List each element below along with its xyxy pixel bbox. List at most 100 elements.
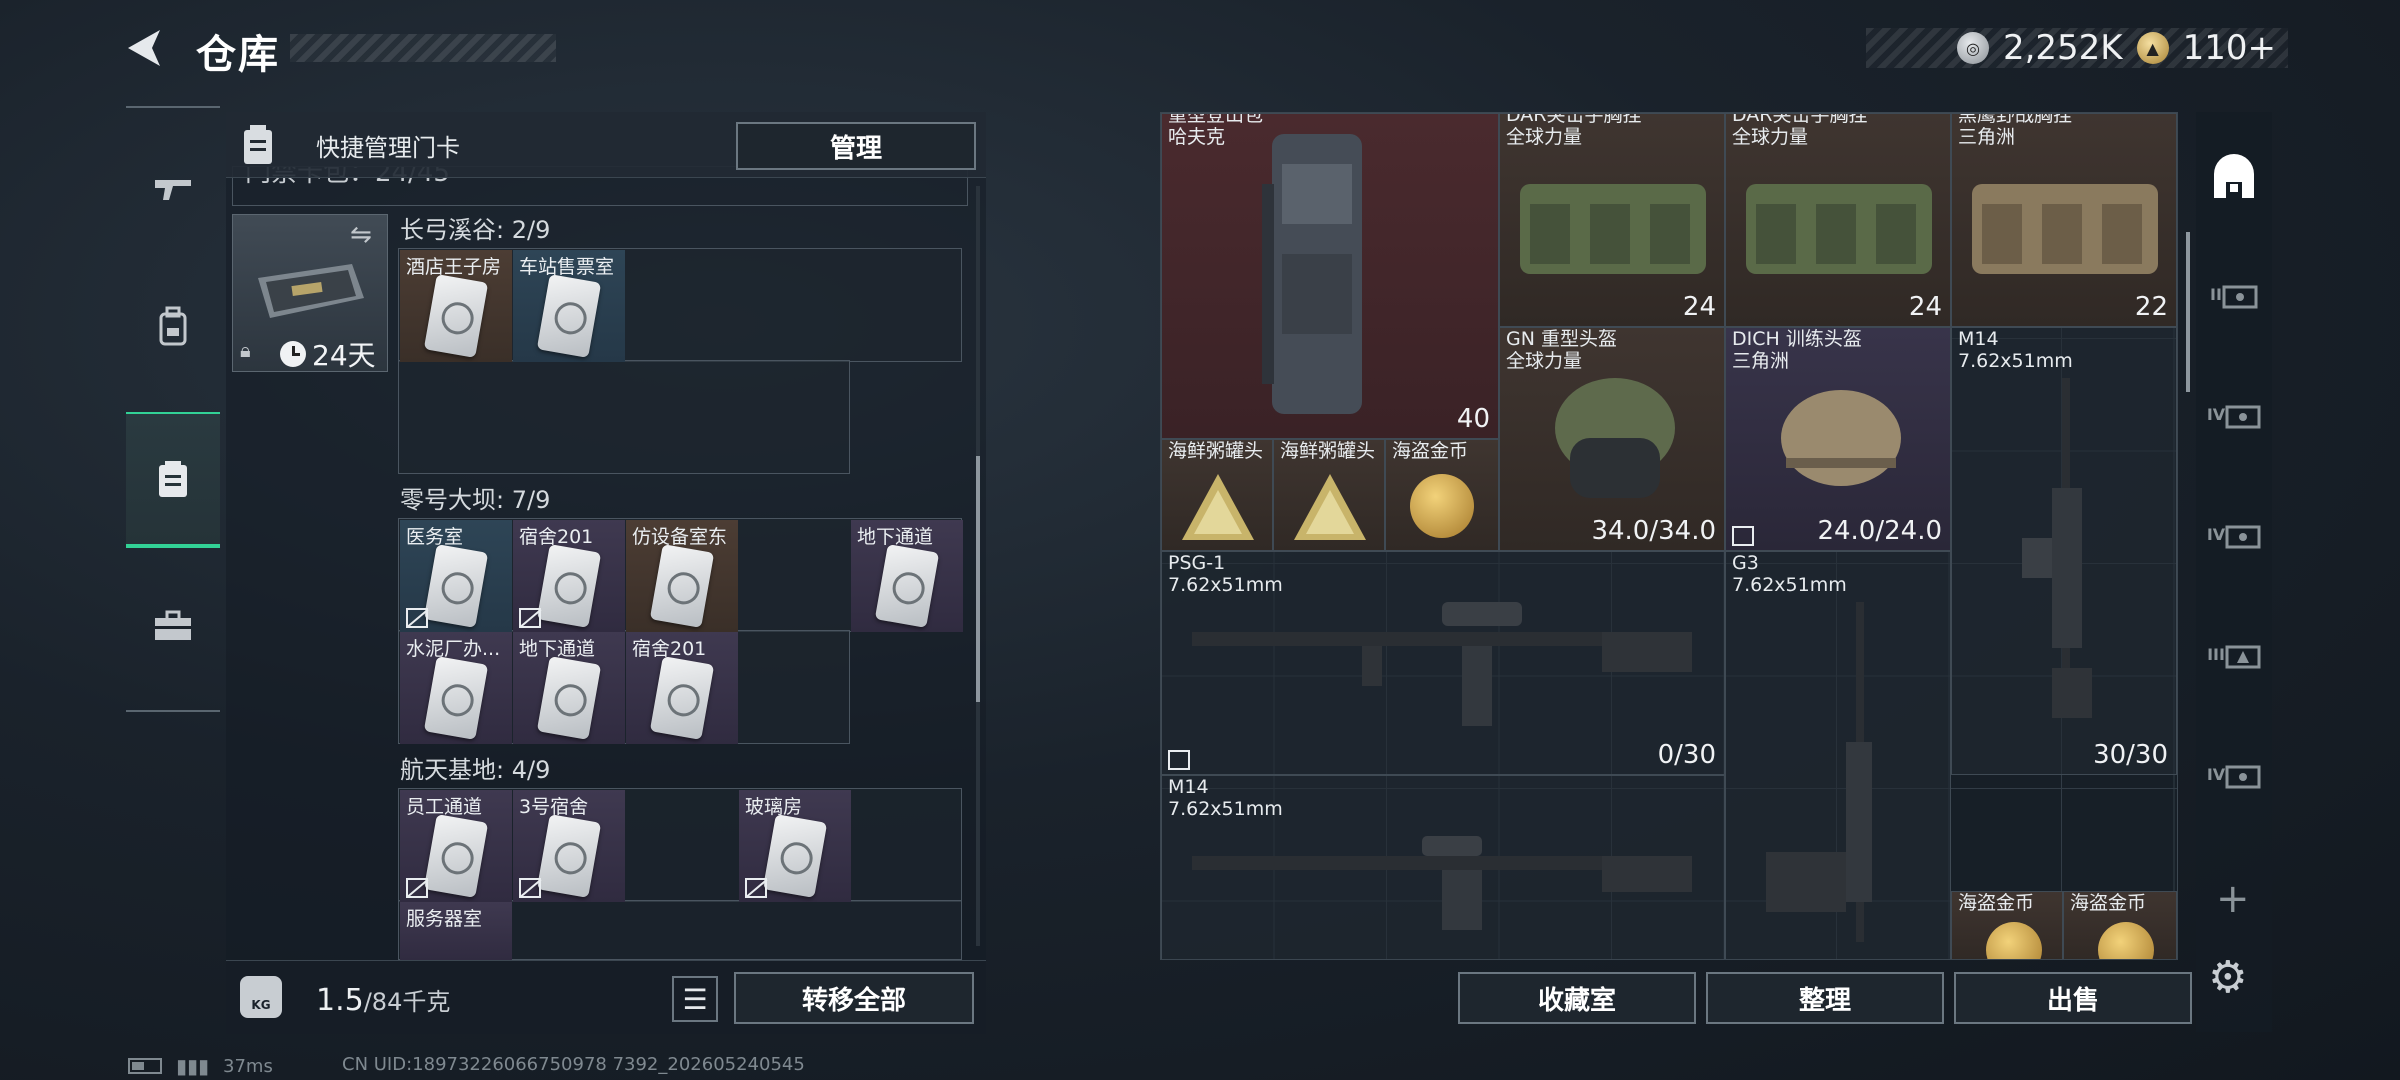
keycard-image [762,814,828,898]
keycard-image [423,544,489,628]
no-transfer-icon [519,608,541,628]
keycard-item[interactable]: 3号宿舍 [513,790,625,902]
keycard-item[interactable]: 玻璃房 [739,790,851,902]
item-name: 重型登山包 [1168,113,1264,126]
item-brand: 全球力量 [1506,126,1583,148]
keycard-item[interactable]: 地下通道 [851,520,963,632]
keycard-item[interactable]: 宿舍201 [513,520,625,632]
stash-item-rifle-vertical[interactable]: M14 7.62x51mm 30/30 [1951,327,2177,775]
helmet-image [1555,378,1675,498]
back-arrow-icon[interactable] [124,26,168,70]
section-grid-changgong-row2 [398,360,850,474]
transfer-all-button[interactable]: 转移全部 [734,972,974,1024]
case-label: IV [2206,404,2226,424]
stash-item-chest-rig[interactable]: DAR突击手胸挂 全球力量 24 [1725,113,1951,327]
list-icon: ☰ [682,982,708,1016]
organize-button[interactable]: 整理 [1706,972,1944,1024]
keycard-label: 3号宿舍 [519,796,589,818]
silver-coin-icon: ◎ [1956,32,1989,64]
case-II-icon[interactable]: II [2206,266,2262,322]
currency-bar: ◎ 2,252K ▲ 110+ [1866,28,2288,68]
stash-item-rifle[interactable]: M14 7.62x51mm [1161,775,1725,959]
nav-weapons[interactable] [126,120,220,256]
keycard-item[interactable]: 酒店王子房 [400,250,512,362]
case-IV-icon[interactable]: IV [2206,506,2262,562]
stash-item-helmet[interactable]: GN 重型头盔 全球力量 34.0/34.0 [1499,327,1725,551]
gold-currency-value: 110+ [2182,28,2276,68]
chest-rig-image [1520,184,1706,274]
weight-icon: KG [240,976,282,1018]
keycard-item[interactable]: 地下通道 [513,632,625,744]
stash-panel: 重型登山包 哈夫克 40 DAR突击手胸挂 全球力量 24 DAR突击手胸挂 全… [1160,112,2178,960]
section-title-changgong: 长弓溪谷: 2/9 [400,216,551,244]
list-view-button[interactable]: ☰ [672,976,718,1022]
keycard-item[interactable]: 宿舍201 [626,632,738,744]
bag-days-value: 24天 [312,339,376,372]
keycard-image [536,814,602,898]
keycard-item[interactable]: 服务器室 [400,902,512,960]
item-capacity: 24 [1908,292,1942,322]
item-name: 海盗金币 [1392,440,1469,462]
keycard-case-icon [244,125,272,164]
case-III-icon[interactable]: III [2206,626,2262,682]
item-brand: 全球力量 [1732,126,1809,148]
swap-icon[interactable]: ⇋ [350,220,372,250]
lock-icon: 🔒︎ [240,338,251,362]
keycard-image [649,656,715,740]
stash-item-rifle-vertical[interactable]: G3 7.62x51mm [1725,551,1951,959]
item-name: M14 [1168,776,1209,798]
stash-item-canned-food[interactable]: 海鲜粥罐头 [1161,439,1273,551]
rifle-image [1192,602,1692,726]
stash-item-gold-coin[interactable]: 海盗金币 [1951,891,2063,959]
keycard-label: 酒店王子房 [406,256,502,278]
section-title-aerospace: 航天基地: 4/9 [400,756,551,784]
item-name: 黑鹰野战胸挂 [1958,113,2073,126]
weight-max: /84千克 [363,988,451,1016]
ping-value: 37ms [223,1055,273,1077]
keycard-label: 员工通道 [406,796,483,818]
manage-button[interactable]: 管理 [736,122,976,170]
stash-scrollbar[interactable] [2186,232,2190,392]
battery-icon [128,1058,162,1074]
keycard-label: 玻璃房 [745,796,803,818]
stash-item-chest-rig[interactable]: 黑鹰野战胸挂 三角洲 22 [1951,113,2177,327]
keycard-item[interactable]: 医务室 [400,520,512,632]
stash-item-gold-coin[interactable]: 海盗金币 [1385,439,1499,551]
stash-item-backpack[interactable]: 重型登山包 哈夫克 40 [1161,113,1499,439]
item-capacity: 22 [2134,292,2168,322]
page-title: 仓库 [196,32,280,78]
stash-item-gold-coin[interactable]: 海盗金币 [2063,891,2177,959]
item-ammo: 0/30 [1657,740,1716,770]
nav-equipment[interactable] [126,258,220,394]
case-IV-icon[interactable]: IV [2206,386,2262,442]
add-case-icon[interactable]: + [2216,876,2250,922]
inventory-scroll-thumb[interactable] [976,456,980,702]
stash-item-chest-rig[interactable]: DAR突击手胸挂 全球力量 24 [1499,113,1725,327]
item-name: DAR突击手胸挂 [1732,113,1868,126]
keycard-image [423,274,489,358]
stash-item-rifle[interactable]: PSG-1 7.62x51mm 0/30 [1161,551,1725,775]
rifle-image [1766,602,1872,942]
stash-home-icon[interactable] [2206,150,2262,206]
sell-button[interactable]: 出售 [1954,972,2192,1024]
left-nav [126,106,220,712]
nav-toolbox[interactable] [126,558,220,694]
stash-item-canned-food[interactable]: 海鲜粥罐头 [1273,439,1385,551]
nav-keycards[interactable] [126,412,220,548]
keycard-label: 地下通道 [857,526,934,548]
keycard-image [649,544,715,628]
status-bar: ▮▮▮ 37ms [128,1054,273,1078]
keycard-item[interactable]: 仿设备室东 [626,520,738,632]
gear-icon[interactable]: ⚙ [2208,952,2258,1003]
item-name: DAR突击手胸挂 [1506,113,1642,126]
stash-item-helmet[interactable]: DICH 训练头盔 三角洲 24.0/24.0 [1725,327,1951,551]
case-IV-icon[interactable]: IV [2206,746,2262,802]
backpack-image [1262,134,1362,414]
keycard-item[interactable]: 员工通道 [400,790,512,902]
keycard-item[interactable]: 水泥厂办... [400,632,512,744]
keycard-item[interactable]: 车站售票室 [513,250,625,362]
canned-food-image [1294,474,1366,540]
collection-room-button[interactable]: 收藏室 [1458,972,1696,1024]
item-name: 海鲜粥罐头 [1280,440,1376,462]
no-transfer-icon [1732,526,1754,546]
